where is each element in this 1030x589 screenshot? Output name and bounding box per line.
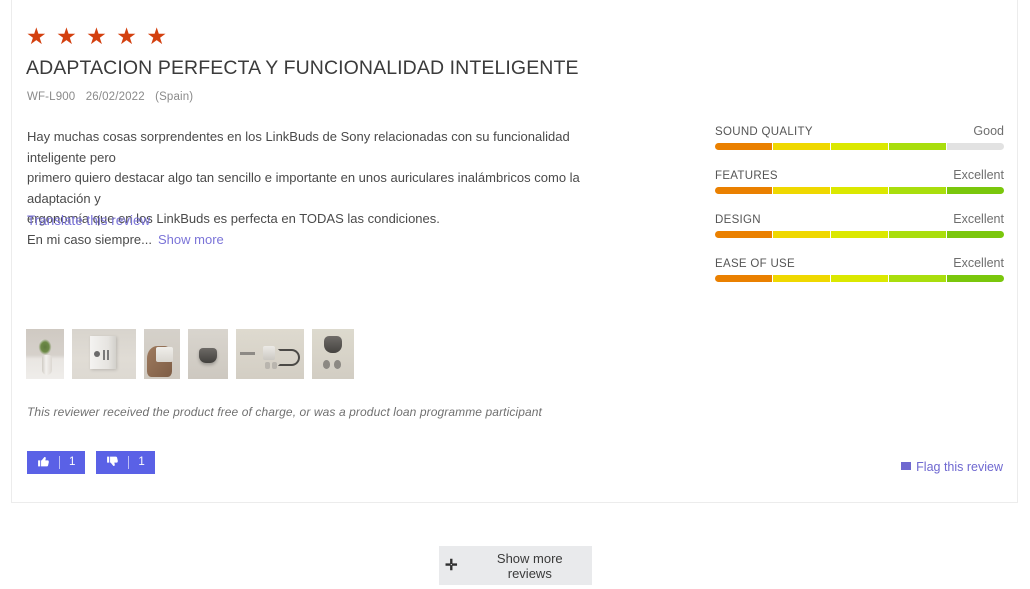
rating-segment <box>715 143 772 150</box>
rating-segment <box>715 187 772 194</box>
star-icon: ★ <box>146 23 169 49</box>
rating-value: Excellent <box>953 212 1004 226</box>
rating-segment <box>947 143 1004 150</box>
rating-segment <box>889 231 946 238</box>
star-rating: ★ ★ ★ ★ ★ <box>26 25 170 48</box>
review-photo-6[interactable] <box>312 329 354 379</box>
rating-value: Good <box>973 124 1004 138</box>
review-photo-3[interactable] <box>144 329 180 379</box>
rating-row-sound-quality: SOUND QUALITY Good <box>715 124 1004 150</box>
rating-row-design: DESIGN Excellent <box>715 212 1004 238</box>
thumbs-down-icon <box>106 455 119 470</box>
photo-detail <box>264 362 270 369</box>
rating-value: Excellent <box>953 256 1004 270</box>
plus-icon: ✛ <box>445 557 458 574</box>
review-body: Hay muchas cosas sorprendentes en los Li… <box>27 127 607 250</box>
review-photo-4[interactable] <box>188 329 228 379</box>
review-body-line: Hay muchas cosas sorprendentes en los Li… <box>27 129 570 165</box>
rating-bar <box>715 187 1004 194</box>
photo-detail <box>41 355 52 375</box>
rating-segment <box>715 231 772 238</box>
helpful-button[interactable]: 1 <box>27 451 86 474</box>
translate-review-link[interactable]: Translate this review <box>27 213 150 228</box>
review-photo-2[interactable] <box>72 329 136 379</box>
photo-detail <box>323 336 343 353</box>
rating-label: SOUND QUALITY <box>715 126 813 138</box>
rating-header: EASE OF USE Excellent <box>715 256 1004 270</box>
rating-header: DESIGN Excellent <box>715 212 1004 226</box>
rating-breakdown: SOUND QUALITY Good FEATURES Excellent DE… <box>715 124 1004 282</box>
photo-detail <box>156 347 173 362</box>
rating-segment <box>773 231 830 238</box>
review-meta: WF-L900 26/02/2022 (Spain) <box>27 91 193 103</box>
rating-segment <box>715 275 772 282</box>
rating-segment <box>831 231 888 238</box>
not-helpful-button[interactable]: 1 <box>96 451 155 474</box>
reviewer-disclosure: This reviewer received the product free … <box>27 405 542 419</box>
review-card: ★ ★ ★ ★ ★ ADAPTACION PERFECTA Y FUNCIONA… <box>11 0 1018 503</box>
review-photo-1[interactable] <box>26 329 64 379</box>
rating-bar <box>715 275 1004 282</box>
rating-segment <box>831 275 888 282</box>
star-icon: ★ <box>56 23 79 49</box>
rating-segment <box>889 275 946 282</box>
flag-review-label: Flag this review <box>916 460 1003 474</box>
rating-bar <box>715 143 1004 150</box>
photo-detail <box>272 362 278 369</box>
review-date: 26/02/2022 <box>85 91 145 103</box>
flag-icon <box>901 462 912 470</box>
show-more-reviews-label: Show more reviews <box>496 550 563 581</box>
review-card-inner: ★ ★ ★ ★ ★ ADAPTACION PERFECTA Y FUNCIONA… <box>12 0 1017 502</box>
rating-segment <box>773 143 830 150</box>
vote-buttons: 1 1 <box>27 451 155 474</box>
star-icon: ★ <box>86 23 109 49</box>
rating-row-features: FEATURES Excellent <box>715 168 1004 194</box>
photo-detail <box>93 351 100 357</box>
button-divider <box>59 456 60 469</box>
review-body-line: primero quiero destacar algo tan sencill… <box>27 170 580 206</box>
review-photo-gallery <box>26 329 354 379</box>
rating-segment <box>889 187 946 194</box>
thumbs-up-icon <box>37 455 50 470</box>
photo-detail <box>240 352 256 355</box>
helpful-count: 1 <box>69 455 76 468</box>
star-icon: ★ <box>26 23 49 49</box>
rating-label: EASE OF USE <box>715 258 795 270</box>
photo-detail <box>278 349 300 366</box>
photo-detail <box>199 348 217 363</box>
review-body-truncated-text: En mi caso siempre... <box>27 231 152 247</box>
rating-value: Excellent <box>953 168 1004 182</box>
rating-row-ease-of-use: EASE OF USE Excellent <box>715 256 1004 282</box>
review-location: (Spain) <box>155 91 194 103</box>
button-divider <box>128 456 130 469</box>
review-model: WF-L900 <box>27 91 76 103</box>
rating-label: FEATURES <box>715 170 778 182</box>
rating-segment <box>947 187 1004 194</box>
review-body-last-line: En mi caso siempre... Show more <box>27 230 607 251</box>
rating-segment <box>773 275 830 282</box>
not-helpful-count: 1 <box>138 455 145 468</box>
photo-detail <box>263 346 276 360</box>
flag-review-link[interactable]: Flag this review <box>901 460 1003 474</box>
review-title: ADAPTACION PERFECTA Y FUNCIONALIDAD INTE… <box>26 57 579 79</box>
rating-header: SOUND QUALITY Good <box>715 124 1004 138</box>
show-more-reviews-button[interactable]: ✛ Show more reviews <box>439 546 592 585</box>
rating-header: FEATURES Excellent <box>715 168 1004 182</box>
rating-segment <box>947 231 1004 238</box>
rating-segment <box>889 143 946 150</box>
rating-segment <box>773 187 830 194</box>
photo-detail <box>102 350 105 360</box>
review-page: ★ ★ ★ ★ ★ ADAPTACION PERFECTA Y FUNCIONA… <box>0 0 1030 589</box>
rating-segment <box>831 187 888 194</box>
rating-segment <box>831 143 888 150</box>
show-more-link[interactable]: Show more <box>158 232 224 247</box>
rating-label: DESIGN <box>715 214 761 226</box>
star-icon: ★ <box>116 23 139 49</box>
rating-segment <box>947 275 1004 282</box>
rating-bar <box>715 231 1004 238</box>
review-photo-5[interactable] <box>236 329 304 379</box>
